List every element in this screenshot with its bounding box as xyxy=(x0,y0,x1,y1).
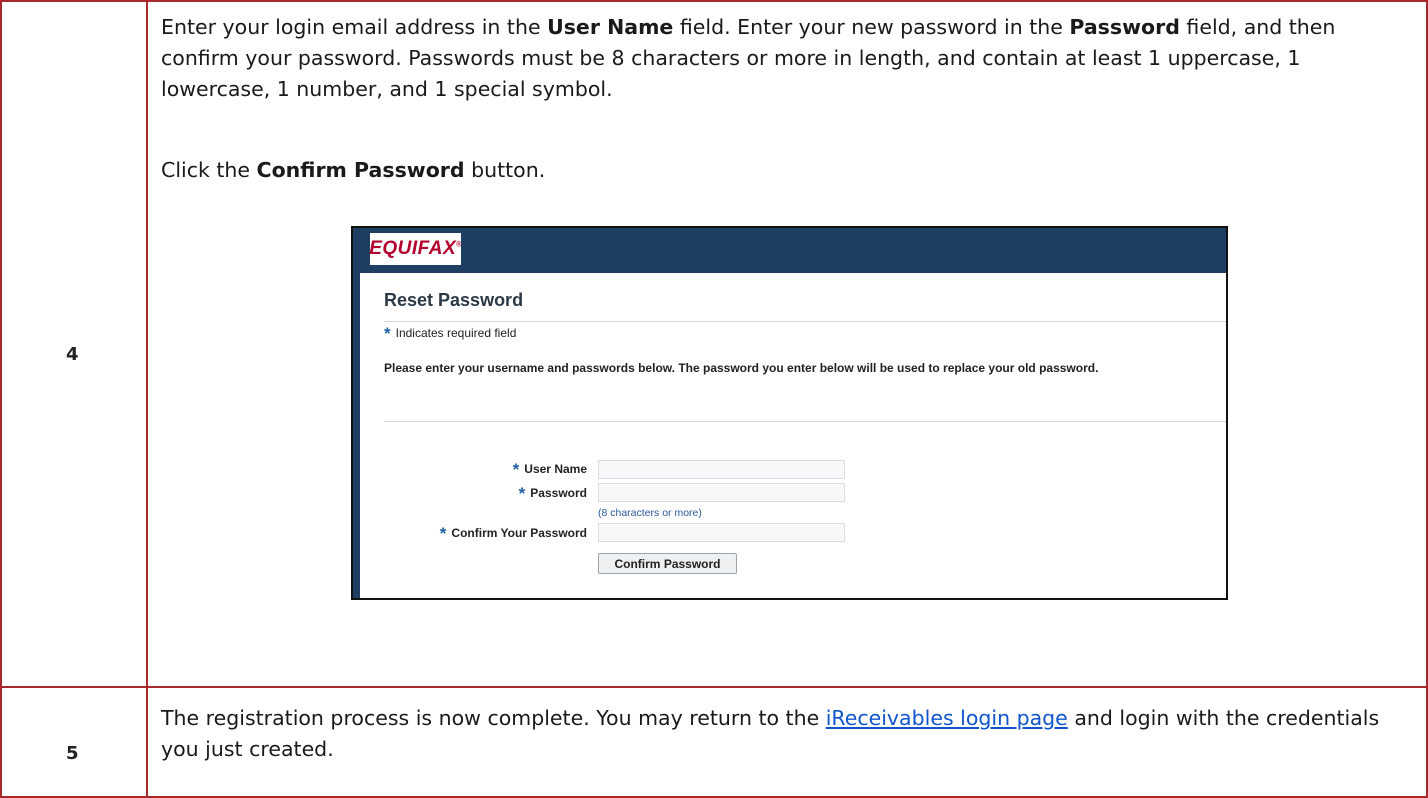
confirm-password-button[interactable]: Confirm Password xyxy=(598,553,737,574)
reset-password-screenshot: EQUIFAX® Reset Password * Indicates requi… xyxy=(351,226,1228,600)
app-header: EQUIFAX® xyxy=(353,228,1226,273)
password-term: Password xyxy=(1069,15,1180,39)
step-4-click-instruction: Click the Confirm Password button. xyxy=(161,158,546,182)
required-star-icon: * xyxy=(384,324,391,343)
required-star-icon: * xyxy=(518,484,526,503)
confirm-password-term: Confirm Password xyxy=(256,158,465,182)
username-term: User Name xyxy=(547,15,674,39)
required-note: * Indicates required field xyxy=(384,324,517,343)
row-divider xyxy=(0,686,1428,688)
required-star-icon: * xyxy=(439,524,447,543)
username-input[interactable] xyxy=(598,460,845,479)
table-border-top xyxy=(0,0,1428,2)
password-label: * Password xyxy=(518,484,587,503)
confirm-password-label: * Confirm Your Password xyxy=(439,524,587,543)
table-border-left xyxy=(0,0,2,798)
instruction-table: 4 Enter your login email address in the … xyxy=(0,0,1428,798)
confirm-password-input[interactable] xyxy=(598,523,845,542)
step-number: 5 xyxy=(66,743,79,764)
username-label: * User Name xyxy=(512,460,587,479)
password-hint: (8 characters or more) xyxy=(598,507,702,519)
ireceivables-login-link[interactable]: iReceivables login page xyxy=(826,706,1068,730)
password-input[interactable] xyxy=(598,483,845,502)
title-divider xyxy=(384,321,1226,322)
left-accent-bar xyxy=(353,228,360,598)
page-title: Reset Password xyxy=(384,290,524,310)
equifax-logo: EQUIFAX® xyxy=(369,233,461,265)
step-number: 4 xyxy=(66,344,79,365)
step-5-text: The registration process is now complete… xyxy=(161,706,1380,761)
form-instructions: Please enter your username and passwords… xyxy=(384,361,1099,375)
form-divider xyxy=(384,421,1226,422)
required-star-icon: * xyxy=(512,460,520,479)
step-4-instructions: Enter your login email address in the Us… xyxy=(161,15,1336,101)
column-divider xyxy=(146,0,148,798)
